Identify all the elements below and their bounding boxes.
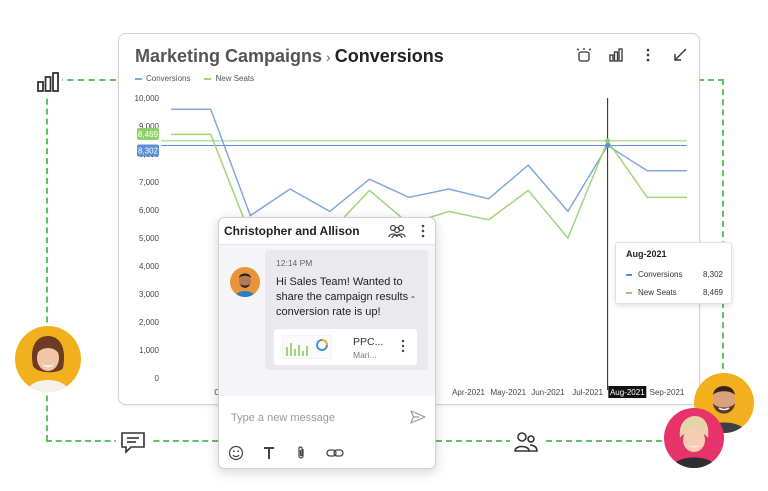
attachment-subtitle: Mari... <box>353 350 377 360</box>
composer-toolbar <box>219 442 435 466</box>
y-tick-label: 10,000 <box>135 94 160 103</box>
y-tick-label: 4,000 <box>139 262 160 271</box>
text-format-icon[interactable] <box>260 444 278 462</box>
data-point <box>605 143 611 149</box>
connector-line <box>722 79 724 379</box>
send-icon[interactable] <box>409 408 427 426</box>
message-composer <box>219 402 435 432</box>
message-text: Hi Sales Team! Wanted to share the campa… <box>276 276 415 318</box>
tooltip-swatch <box>626 273 632 276</box>
chart-tooltip: Aug-2021 Conversions 8,302 New Seats 8,4… <box>615 242 732 304</box>
user-avatar-woman-blonde <box>664 408 724 468</box>
tooltip-row-new-seats: New Seats 8,469 <box>626 288 723 297</box>
tooltip-label: Conversions <box>638 270 683 279</box>
y-tick-label: 6,000 <box>139 206 160 215</box>
message-time: 12:14 PM <box>276 258 313 268</box>
chat-panel: Christopher and Allison 12:14 PM Hi Sale… <box>218 217 436 469</box>
y-tick-label: 0 <box>155 374 160 383</box>
tooltip-row-conversions: Conversions 8,302 <box>626 270 723 279</box>
reference-label: 8,469 <box>138 130 159 139</box>
x-tick-label: May-2021 <box>490 388 526 397</box>
emoji-icon[interactable] <box>227 444 245 462</box>
y-tick-label: 3,000 <box>139 290 160 299</box>
tooltip-title: Aug-2021 <box>626 249 667 259</box>
x-tick-label: Sep-2021 <box>650 388 685 397</box>
tooltip-swatch <box>626 291 632 294</box>
link-icon[interactable] <box>325 444 345 462</box>
connector-line <box>698 79 724 81</box>
more-vertical-icon[interactable] <box>400 339 406 358</box>
chat-header: Christopher and Allison <box>219 218 435 245</box>
y-tick-label: 2,000 <box>139 318 160 327</box>
y-tick-label: 5,000 <box>139 234 160 243</box>
attachment-name: PPC... <box>353 336 384 348</box>
reference-label: 8,302 <box>138 147 159 156</box>
attachment-thumbnail <box>281 334 333 360</box>
paperclip-icon[interactable] <box>292 444 310 462</box>
x-tick-label: Jul-2021 <box>572 388 603 397</box>
y-tick-label: 7,000 <box>139 178 160 187</box>
message-list: 12:14 PM Hi Sales Team! Wanted to share … <box>219 245 435 396</box>
data-point <box>605 138 611 144</box>
participants-icon[interactable] <box>387 223 407 239</box>
y-tick-label: 1,000 <box>139 346 160 355</box>
tooltip-value: 8,469 <box>702 288 723 297</box>
sender-avatar <box>230 267 260 297</box>
attachment-card[interactable]: PPC... Mari... <box>274 329 417 365</box>
more-vertical-icon[interactable] <box>419 223 427 239</box>
x-tick-label: Jun-2021 <box>531 388 565 397</box>
x-tick-label: Aug-2021 <box>610 388 645 397</box>
user-avatar-woman-brunette <box>15 326 81 392</box>
tooltip-value: 8,302 <box>702 270 723 279</box>
chat-title: Christopher and Allison <box>224 224 360 238</box>
message-icon <box>116 428 150 456</box>
bar-chart-icon <box>34 68 62 96</box>
message-bubble: 12:14 PM Hi Sales Team! Wanted to share … <box>265 250 428 370</box>
users-icon <box>510 428 542 456</box>
x-tick-label: Apr-2021 <box>452 388 485 397</box>
message-input[interactable] <box>229 407 403 429</box>
connector-line <box>436 440 662 442</box>
series-line-conversions <box>171 108 687 217</box>
tooltip-label: New Seats <box>638 288 677 297</box>
